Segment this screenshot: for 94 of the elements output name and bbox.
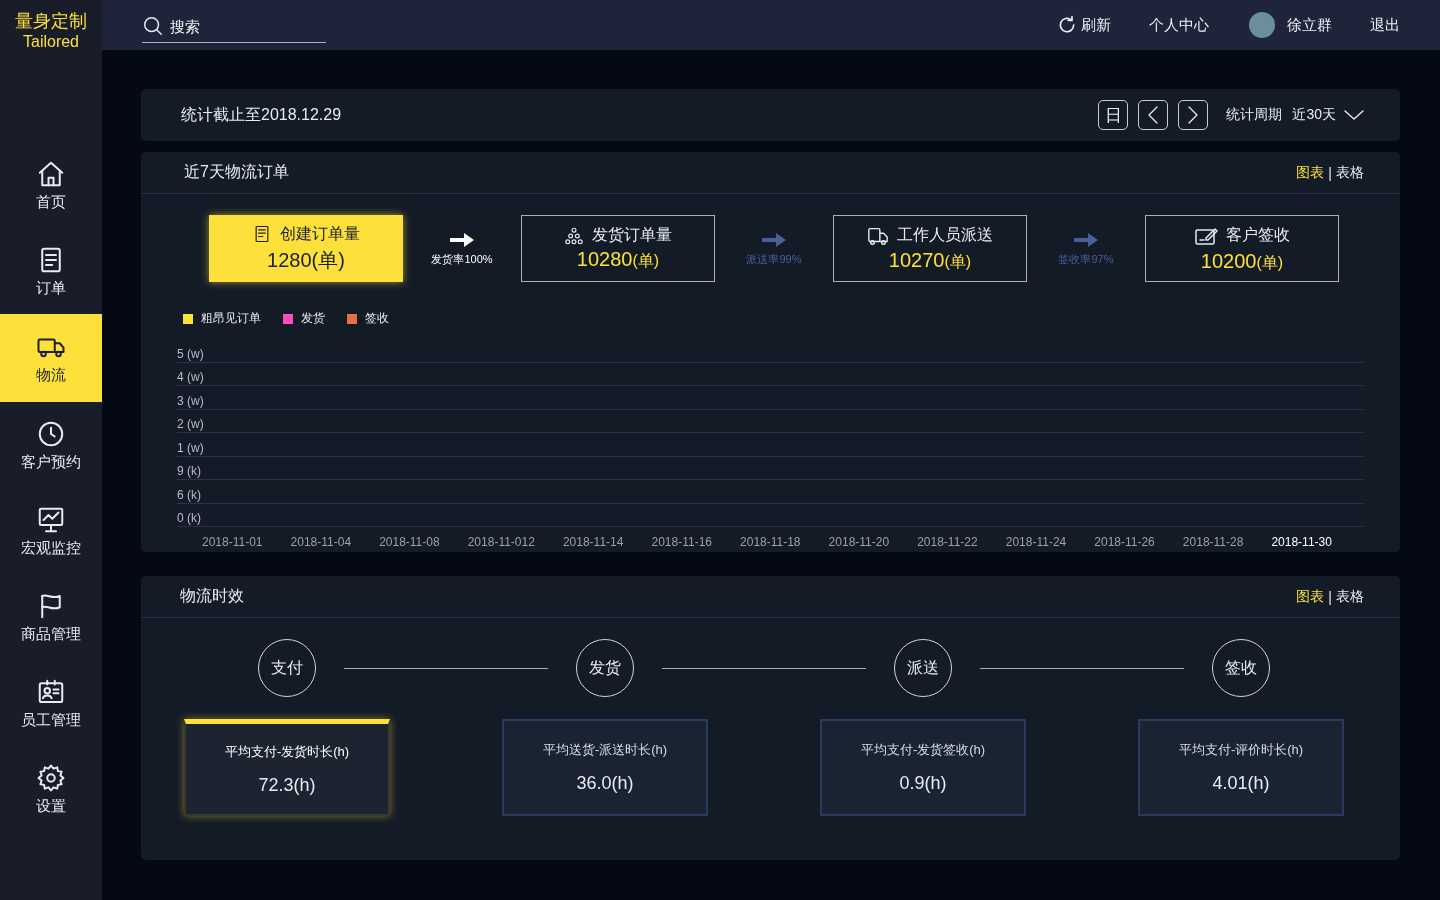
sidebar-item[interactable]: 订单 [0, 228, 102, 314]
y-axis-label: 3 (w) [177, 392, 204, 409]
order-step-card[interactable]: 工作人员派送 10270(单) [833, 215, 1027, 282]
period-dropdown[interactable]: 近30天 [1292, 106, 1364, 124]
refresh-button[interactable]: 刷新 [1057, 15, 1111, 35]
next-button[interactable] [1178, 100, 1209, 130]
day-button[interactable]: 日 [1098, 100, 1129, 130]
order-step-card[interactable]: 发货订单量 10280(单) [521, 215, 715, 282]
x-axis-label: 2018-11-14 [562, 535, 624, 551]
legend-label: 粗昂见订单 [201, 310, 261, 327]
metric-card[interactable]: 平均支付-发货时长(h) 72.3(h) [184, 719, 390, 816]
metric-value: 4.01(h) [1212, 773, 1270, 794]
previous-button[interactable] [1138, 100, 1169, 130]
chart-view-tab[interactable]: 图表 [1296, 163, 1325, 182]
panel-title: 近7天物流订单 [184, 162, 290, 182]
y-axis-label: 5 (w) [177, 345, 204, 362]
period-label: 统计周期 [1226, 106, 1283, 124]
brand-title: 量身定制 [15, 10, 87, 32]
chevron-left-icon [1148, 106, 1159, 124]
arrow-icon [1073, 230, 1099, 250]
sidebar-item[interactable]: 商品管理 [0, 574, 102, 660]
x-axis-label: 2018-11-04 [290, 535, 352, 551]
user-name[interactable]: 徐立群 [1287, 15, 1332, 35]
x-axis-label: 2018-11-012 [467, 535, 535, 551]
brand-subtitle: Tailored [23, 32, 79, 52]
step-value: 10270(单) [888, 248, 972, 273]
metric-value: 36.0(h) [576, 773, 634, 794]
chart-view-tab[interactable]: 图表 [1296, 587, 1325, 606]
step-label: 客户签收 [1226, 225, 1290, 245]
avatar[interactable] [1249, 12, 1275, 38]
sidebar-item[interactable]: 物流 [0, 314, 102, 402]
arrow-icon [449, 230, 475, 250]
x-axis-label: 2018-11-22 [917, 535, 978, 551]
x-axis-label: 2018-11-28 [1182, 535, 1244, 551]
chevron-down-icon [1344, 110, 1364, 120]
panel-title: 物流时效 [180, 586, 245, 606]
y-axis-label: 2 (w) [177, 416, 204, 432]
step-label: 工作人员派送 [897, 225, 993, 245]
search-field[interactable]: 搜索 [170, 17, 310, 35]
step-value: 10280(单) [576, 248, 660, 272]
order-step-card[interactable]: 创建订单量 1280(单) [209, 215, 403, 282]
metric-card[interactable]: 平均支付-评价时长(h) 4.01(h) [1138, 719, 1344, 816]
profile-link[interactable]: 个人中心 [1149, 15, 1209, 35]
arrow-icon [761, 230, 787, 250]
metric-label: 平均支付-发货签收(h) [860, 741, 986, 759]
x-axis-label: 2018-11-30 [1271, 535, 1332, 551]
sidebar-item[interactable]: 设置 [0, 746, 102, 832]
rate-label: 派送率99% [746, 252, 802, 267]
x-axis-label: 2018-11-01 [202, 535, 263, 551]
x-axis-label: 2018-11-26 [1094, 535, 1155, 551]
order-step-card[interactable]: 客户签收 10200(单) [1145, 215, 1339, 282]
table-view-tab[interactable]: 表格 [1336, 163, 1364, 182]
chevron-right-icon [1188, 106, 1199, 124]
step-label: 创建订单量 [280, 223, 360, 244]
y-axis-label: 9 (k) [177, 463, 201, 479]
metric-card[interactable]: 平均送货-派送时长(h) 36.0(h) [502, 719, 708, 816]
y-axis-label: 4 (w) [177, 369, 204, 385]
metric-value: 72.3(h) [258, 774, 316, 796]
rate-label: 签收率97% [1058, 252, 1114, 267]
house-icon [36, 159, 66, 189]
logout-link[interactable]: 退出 [1370, 15, 1400, 35]
x-axis-label: 2018-11-24 [1005, 535, 1067, 551]
y-axis-label: 0 (k) [177, 510, 201, 526]
nodes-icon [564, 225, 584, 246]
y-axis-label: 1 (w) [177, 439, 204, 456]
legend-label: 签收 [365, 310, 389, 327]
legend-label: 发货 [301, 310, 325, 327]
stats-title: 统计截止至2018.12.29 [181, 104, 343, 125]
x-axis-label: 2018-11-08 [379, 535, 440, 551]
metric-label: 平均送货-派送时长(h) [542, 741, 668, 759]
x-axis-label: 2018-11-18 [740, 535, 801, 551]
sidebar-item[interactable]: 宏观监控 [0, 488, 102, 574]
gear-icon [36, 763, 66, 793]
metric-value: 0.9(h) [899, 773, 947, 794]
metric-label: 平均支付-发货时长(h) [224, 742, 350, 761]
metric-label: 平均支付-评价时长(h) [1178, 741, 1304, 759]
separator: | [1328, 164, 1332, 181]
step-value: 1280(单) [267, 247, 345, 273]
sidebar-item[interactable]: 员工管理 [0, 660, 102, 746]
separator: | [1328, 588, 1332, 605]
step-value: 10200(单) [1200, 249, 1284, 274]
sidebar-item[interactable]: 客户预约 [0, 402, 102, 488]
monitor-chart-icon [36, 505, 66, 535]
metric-card[interactable]: 平均支付-发货签收(h) 0.9(h) [820, 719, 1026, 816]
step-label: 发货订单量 [592, 225, 672, 245]
sidebar-item[interactable]: 首页 [0, 142, 102, 228]
y-axis-label: 6 (k) [177, 486, 201, 503]
rate-label: 发货率100% [431, 252, 493, 267]
table-view-tab[interactable]: 表格 [1336, 587, 1364, 606]
refresh-icon [1057, 15, 1077, 35]
x-axis-label: 2018-11-16 [651, 535, 712, 551]
x-axis-label: 2018-11-20 [828, 535, 890, 551]
search-icon [142, 15, 164, 37]
clock-icon [36, 419, 66, 449]
